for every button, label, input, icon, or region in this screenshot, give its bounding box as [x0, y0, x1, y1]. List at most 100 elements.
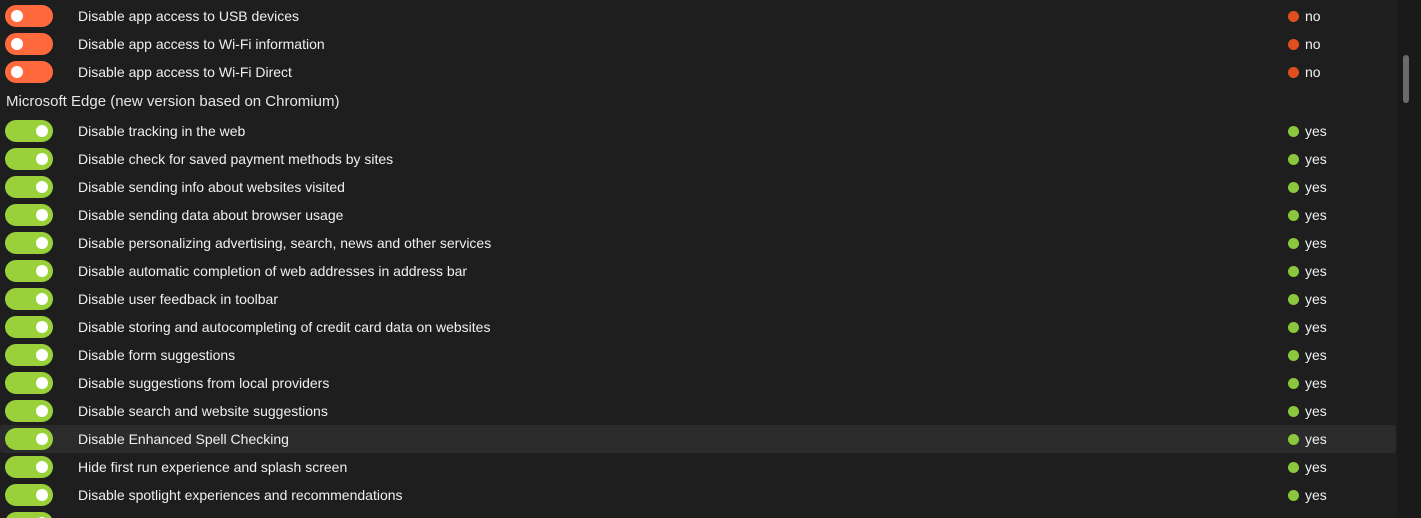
toggle-switch-on[interactable]	[5, 428, 53, 450]
toggle-knob	[36, 293, 48, 305]
toggle-switch-on[interactable]	[5, 260, 53, 282]
status-text: yes	[1305, 459, 1327, 475]
toggle-switch-off[interactable]	[5, 5, 53, 27]
toggle-knob	[36, 349, 48, 361]
status-indicator: yes	[1288, 313, 1327, 341]
status-dot-icon	[1288, 433, 1299, 445]
setting-row: Disable suggestions from local providers…	[0, 369, 1396, 397]
toggle-switch-on[interactable]	[5, 484, 53, 506]
toggle-knob	[11, 66, 23, 78]
toggle-knob	[36, 125, 48, 137]
status-indicator: yes	[1288, 145, 1327, 173]
status-text: yes	[1305, 319, 1327, 335]
status-indicator: yes	[1288, 257, 1327, 285]
setting-label: Disable storing and autocompleting of cr…	[78, 319, 491, 335]
status-indicator: no	[1288, 58, 1321, 86]
setting-row: Disable app access to Wi-Fi information …	[0, 30, 1396, 58]
setting-label: Disable sending data about browser usage	[78, 207, 344, 223]
setting-label: Hide first run experience and splash scr…	[78, 459, 348, 475]
setting-row: Disable search and website suggestions y…	[0, 397, 1396, 425]
setting-label: Disable form suggestions	[78, 347, 236, 363]
setting-row: Disable Enhanced Spell Checking yes	[0, 425, 1396, 453]
toggle-switch-on[interactable]	[5, 232, 53, 254]
toggle-switch-on[interactable]	[5, 148, 53, 170]
toggle-switch-on[interactable]	[5, 372, 53, 394]
setting-row: Disable sending info about websites visi…	[0, 173, 1396, 201]
setting-row: Disable spotlight experiences and recomm…	[0, 481, 1396, 509]
status-dot-icon	[1288, 265, 1299, 277]
status-text: yes	[1305, 263, 1327, 279]
setting-label: Disable check for saved payment methods …	[78, 151, 394, 167]
setting-label: Disable spotlight experiences and recomm…	[78, 487, 403, 503]
setting-label: Disable app access to USB devices	[78, 8, 299, 24]
toggle-knob	[11, 38, 23, 50]
toggle-knob	[11, 10, 23, 22]
scrollbar-thumb[interactable]	[1403, 55, 1409, 103]
status-dot-icon	[1288, 461, 1299, 473]
toggle-switch-on[interactable]	[5, 344, 53, 366]
toggle-switch-off[interactable]	[5, 61, 53, 83]
toggle-knob	[36, 377, 48, 389]
toggle-knob	[36, 153, 48, 165]
status-text: yes	[1305, 179, 1327, 195]
toggle-knob	[36, 265, 48, 277]
toggle-knob	[36, 461, 48, 473]
status-text: yes	[1305, 291, 1327, 307]
status-indicator: yes	[1288, 453, 1327, 481]
setting-label: Disable search and website suggestions	[78, 403, 328, 419]
toggle-switch-on[interactable]	[5, 176, 53, 198]
setting-row: Disable user feedback in toolbar yes	[0, 285, 1396, 313]
toggle-switch-on[interactable]	[5, 316, 53, 338]
toggle-switch-on[interactable]	[5, 512, 53, 518]
status-indicator: yes	[1288, 341, 1327, 369]
status-dot-icon	[1288, 405, 1299, 417]
status-text: yes	[1305, 431, 1327, 447]
status-dot-icon	[1288, 237, 1299, 249]
setting-row: Disable app access to Wi-Fi Direct no	[0, 58, 1396, 86]
setting-label: Disable tracking in the web	[78, 123, 246, 139]
setting-row: Disable check for saved payment methods …	[0, 145, 1396, 173]
setting-label: Disable user feedback in toolbar	[78, 291, 279, 307]
status-dot-icon	[1288, 10, 1299, 22]
toggle-switch-on[interactable]	[5, 204, 53, 226]
toggle-knob	[36, 237, 48, 249]
status-indicator: yes	[1288, 481, 1327, 509]
settings-list: Disable app access to USB devices no Dis…	[0, 2, 1396, 518]
status-dot-icon	[1288, 125, 1299, 137]
status-dot-icon	[1288, 153, 1299, 165]
setting-label: Disable app access to Wi-Fi Direct	[78, 64, 292, 80]
status-dot-icon	[1288, 209, 1299, 221]
status-text: yes	[1305, 235, 1327, 251]
status-text: yes	[1305, 123, 1327, 139]
status-indicator: yes	[1288, 229, 1327, 257]
status-text: no	[1305, 64, 1321, 80]
setting-label: Disable personalizing advertising, searc…	[78, 235, 492, 251]
toggle-knob	[36, 209, 48, 221]
status-indicator: yes	[1288, 425, 1327, 453]
setting-row: Disable personalizing advertising, searc…	[0, 229, 1396, 257]
vertical-scrollbar[interactable]	[1397, 0, 1421, 518]
section-header: Microsoft Edge (new version based on Chr…	[0, 86, 1396, 117]
setting-label: Disable app access to Wi-Fi information	[78, 36, 325, 52]
status-indicator: yes	[1288, 173, 1327, 201]
status-dot-icon	[1288, 181, 1299, 193]
toggle-switch-off[interactable]	[5, 33, 53, 55]
setting-row: Disable storing and autocompleting of cr…	[0, 313, 1396, 341]
toggle-knob	[36, 405, 48, 417]
setting-label: Disable suggestions from local providers	[78, 375, 330, 391]
setting-row: Disable automatic completion of web addr…	[0, 257, 1396, 285]
setting-label: Disable automatic completion of web addr…	[78, 263, 468, 279]
section-title: Microsoft Edge (new version based on Chr…	[6, 93, 340, 110]
status-text: yes	[1305, 151, 1327, 167]
status-dot-icon	[1288, 321, 1299, 333]
setting-row	[0, 509, 1396, 518]
status-text: no	[1305, 8, 1321, 24]
toggle-knob	[36, 489, 48, 501]
toggle-switch-on[interactable]	[5, 120, 53, 142]
toggle-knob	[36, 433, 48, 445]
toggle-switch-on[interactable]	[5, 400, 53, 422]
toggle-switch-on[interactable]	[5, 288, 53, 310]
status-indicator: yes	[1288, 369, 1327, 397]
status-indicator: yes	[1288, 397, 1327, 425]
toggle-switch-on[interactable]	[5, 456, 53, 478]
